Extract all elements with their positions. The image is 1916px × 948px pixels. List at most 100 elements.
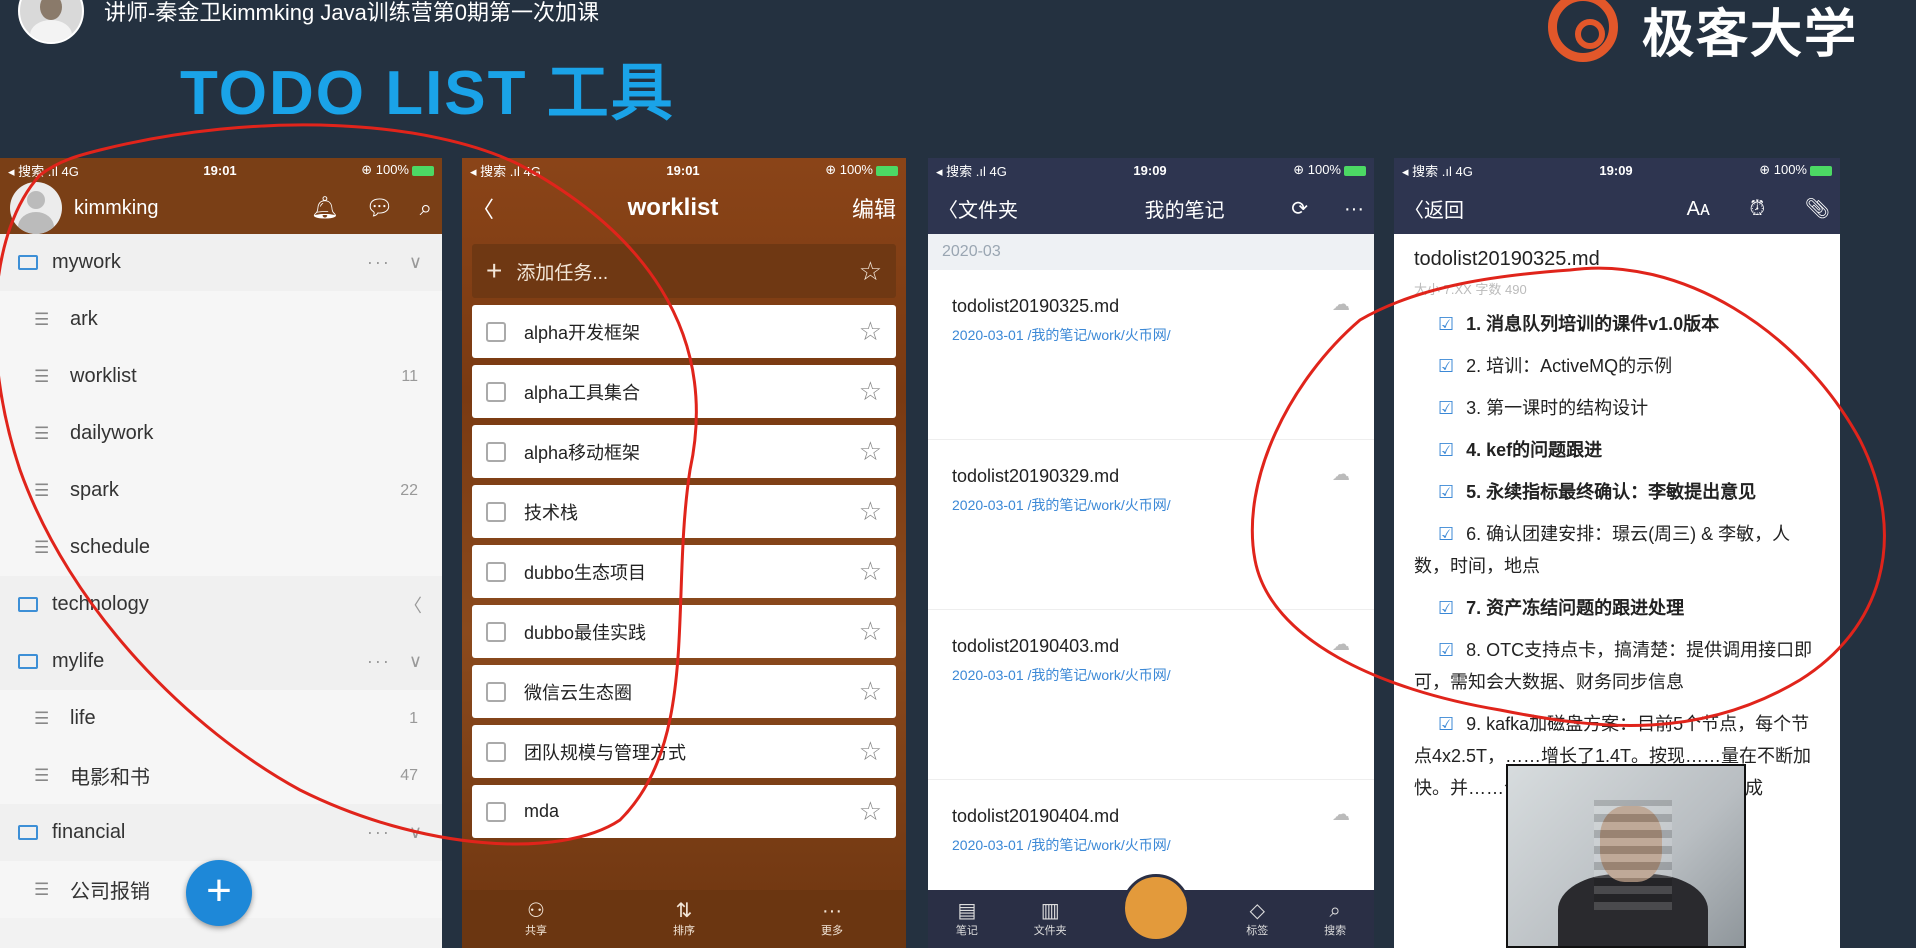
note-item[interactable]: todolist20190329.md 2020-03-01 /我的笔记/work… [928, 440, 1374, 610]
note-item[interactable]: todolist20190325.md 2020-03-01 /我的笔记/work… [928, 270, 1374, 440]
chevron-icon[interactable]: ∨ [409, 822, 424, 842]
task-checkbox[interactable] [486, 741, 506, 762]
chevron-icon[interactable]: 〈 [404, 596, 424, 616]
star-icon[interactable]: ☆ [859, 796, 882, 827]
back-to-folders-button[interactable]: 〈文件夹 [938, 194, 1018, 223]
folder-row[interactable]: mywork ··· ∨ [0, 234, 442, 291]
folder-actions[interactable]: ··· ∨ [367, 252, 424, 273]
checklist-text: 1. 消息队列培训的课件v1.0版本 [1466, 314, 1720, 334]
toolbar-tab[interactable]: ⚇ 共享 [525, 900, 547, 938]
toolbar-tab[interactable]: ⇅ 排序 [673, 900, 695, 938]
alarm-icon[interactable]: ⏰︎ [1749, 198, 1765, 220]
user-avatar[interactable] [10, 182, 62, 234]
task-checkbox[interactable] [486, 321, 506, 342]
folder-row[interactable]: technology 〈 [0, 576, 442, 633]
list-row[interactable]: ☰ 电影和书 47 [0, 747, 442, 804]
task-row[interactable]: dubbo生态项目 ☆ [472, 545, 896, 598]
carrier-signal: ◂ 搜索 .ıl 4G [8, 163, 79, 179]
tabbar-item[interactable]: ◇ 标签 [1246, 900, 1268, 938]
checkbox-checked-icon[interactable]: ☑ [1438, 714, 1454, 734]
checklist-item[interactable]: ☑ 3. 第一课时的结构设计 [1394, 392, 1840, 424]
star-icon[interactable]: ☆ [859, 256, 882, 287]
add-fab-button[interactable]: + [186, 860, 252, 926]
task-row[interactable]: alpha开发框架 ☆ [472, 305, 896, 358]
task-row[interactable]: dubbo最佳实践 ☆ [472, 605, 896, 658]
chat-icon[interactable]: 💬︎ [365, 195, 393, 221]
folder-actions[interactable]: ··· ∨ [367, 651, 424, 672]
checklist-item[interactable]: ☑ 5. 永续指标最终确认：李敏提出意见 [1394, 476, 1840, 508]
row-label: spark [70, 479, 119, 501]
star-icon[interactable]: ☆ [859, 436, 882, 467]
checklist-item[interactable]: ☑ 6. 确认团建安排：璟云(周三) & 李敏，人数，时间，地点 [1394, 518, 1840, 582]
more-icon[interactable]: ··· [367, 822, 391, 842]
task-row[interactable]: alpha移动框架 ☆ [472, 425, 896, 478]
star-icon[interactable]: ☆ [859, 376, 882, 407]
folder-row[interactable]: mylife ··· ∨ [0, 633, 442, 690]
chevron-icon[interactable]: ∨ [409, 252, 424, 272]
checkbox-checked-icon[interactable]: ☑ [1438, 598, 1454, 618]
list-row[interactable]: ☰ dailywork [0, 405, 442, 462]
folder-row[interactable]: financial ··· ∨ [0, 804, 442, 861]
bell-icon[interactable]: 🔔︎ [311, 195, 339, 221]
task-checkbox[interactable] [486, 501, 506, 522]
folder-actions[interactable]: 〈 [386, 592, 424, 618]
center-add-button[interactable] [1122, 874, 1191, 942]
list-row[interactable]: ☰ worklist 11 [0, 348, 442, 405]
folder-actions[interactable]: ··· ∨ [367, 822, 424, 843]
toolbar-tab-icon: ··· [822, 900, 842, 922]
search-icon[interactable]: ⌕ [420, 195, 432, 221]
font-size-icon[interactable]: Aᴀ [1687, 198, 1710, 220]
list-row[interactable]: ☰ schedule [0, 519, 442, 576]
attachment-icon[interactable]: 📎︎ [1805, 198, 1830, 220]
more-icon[interactable]: ··· [367, 651, 391, 671]
task-checkbox[interactable] [486, 561, 506, 582]
note-path: 2020-03-01 /我的笔记/work/火币网/ [952, 497, 1171, 513]
tabbar-item[interactable]: ▥ 文件夹 [1034, 900, 1067, 938]
star-icon[interactable]: ☆ [859, 676, 882, 707]
star-icon[interactable]: ☆ [859, 316, 882, 347]
back-icon[interactable]: 〈 [472, 192, 494, 224]
task-row[interactable]: 微信云生态圈 ☆ [472, 665, 896, 718]
more-icon[interactable]: ··· [367, 252, 391, 272]
status-time: 19:09 [1599, 162, 1633, 178]
task-row[interactable]: 技术栈 ☆ [472, 485, 896, 538]
task-checkbox[interactable] [486, 381, 506, 402]
checklist-item[interactable]: ☑ 7. 资产冻结问题的跟进处理 [1394, 592, 1840, 624]
checkbox-checked-icon[interactable]: ☑ [1438, 356, 1454, 376]
checklist-item[interactable]: ☑ 4. kef的问题跟进 [1394, 434, 1840, 466]
star-icon[interactable]: ☆ [859, 556, 882, 587]
sync-icon[interactable]: ⟳ [1291, 198, 1308, 220]
edit-button[interactable]: 编辑 [852, 192, 896, 224]
toolbar-tab[interactable]: ··· 更多 [821, 900, 843, 938]
checkbox-checked-icon[interactable]: ☑ [1438, 314, 1454, 334]
star-icon[interactable]: ☆ [859, 736, 882, 767]
task-row[interactable]: mda ☆ [472, 785, 896, 838]
tabbar-item[interactable]: ⌕ 搜索 [1324, 900, 1346, 938]
checklist-item[interactable]: ☑ 2. 培训：ActiveMQ的示例 [1394, 350, 1840, 382]
chevron-icon[interactable]: ∨ [409, 651, 424, 671]
list-row[interactable]: ☰ life 1 [0, 690, 442, 747]
tabbar-item[interactable]: ▤ 笔记 [956, 900, 978, 938]
task-row[interactable]: 团队规模与管理方式 ☆ [472, 725, 896, 778]
task-checkbox[interactable] [486, 441, 506, 462]
checkbox-checked-icon[interactable]: ☑ [1438, 524, 1454, 544]
star-icon[interactable]: ☆ [859, 616, 882, 647]
checkbox-checked-icon[interactable]: ☑ [1438, 482, 1454, 502]
list-row[interactable]: ☰ ark [0, 291, 442, 348]
add-task-button[interactable]: + 添加任务... ☆ [472, 244, 896, 298]
task-checkbox[interactable] [486, 681, 506, 702]
checkbox-checked-icon[interactable]: ☑ [1438, 398, 1454, 418]
checklist-item[interactable]: ☑ 1. 消息队列培训的课件v1.0版本 [1394, 308, 1840, 340]
checkbox-checked-icon[interactable]: ☑ [1438, 640, 1454, 660]
checkbox-checked-icon[interactable]: ☑ [1438, 440, 1454, 460]
back-button[interactable]: 〈返回 [1404, 194, 1464, 223]
phone-notes-list: ◂ 搜索 .ıl 4G 19:09 ⊕ 100% 〈文件夹 我的笔记 ⟳ ··· … [928, 158, 1374, 948]
note-item[interactable]: todolist20190403.md 2020-03-01 /我的笔记/work… [928, 610, 1374, 780]
task-checkbox[interactable] [486, 621, 506, 642]
task-row[interactable]: alpha工具集合 ☆ [472, 365, 896, 418]
star-icon[interactable]: ☆ [859, 496, 882, 527]
checklist-item[interactable]: ☑ 8. OTC支持点卡，搞清楚：提供调用接口即可，需知会大数据、财务同步信息 [1394, 634, 1840, 698]
more-icon[interactable]: ··· [1344, 198, 1364, 220]
task-checkbox[interactable] [486, 801, 506, 822]
list-row[interactable]: ☰ spark 22 [0, 462, 442, 519]
